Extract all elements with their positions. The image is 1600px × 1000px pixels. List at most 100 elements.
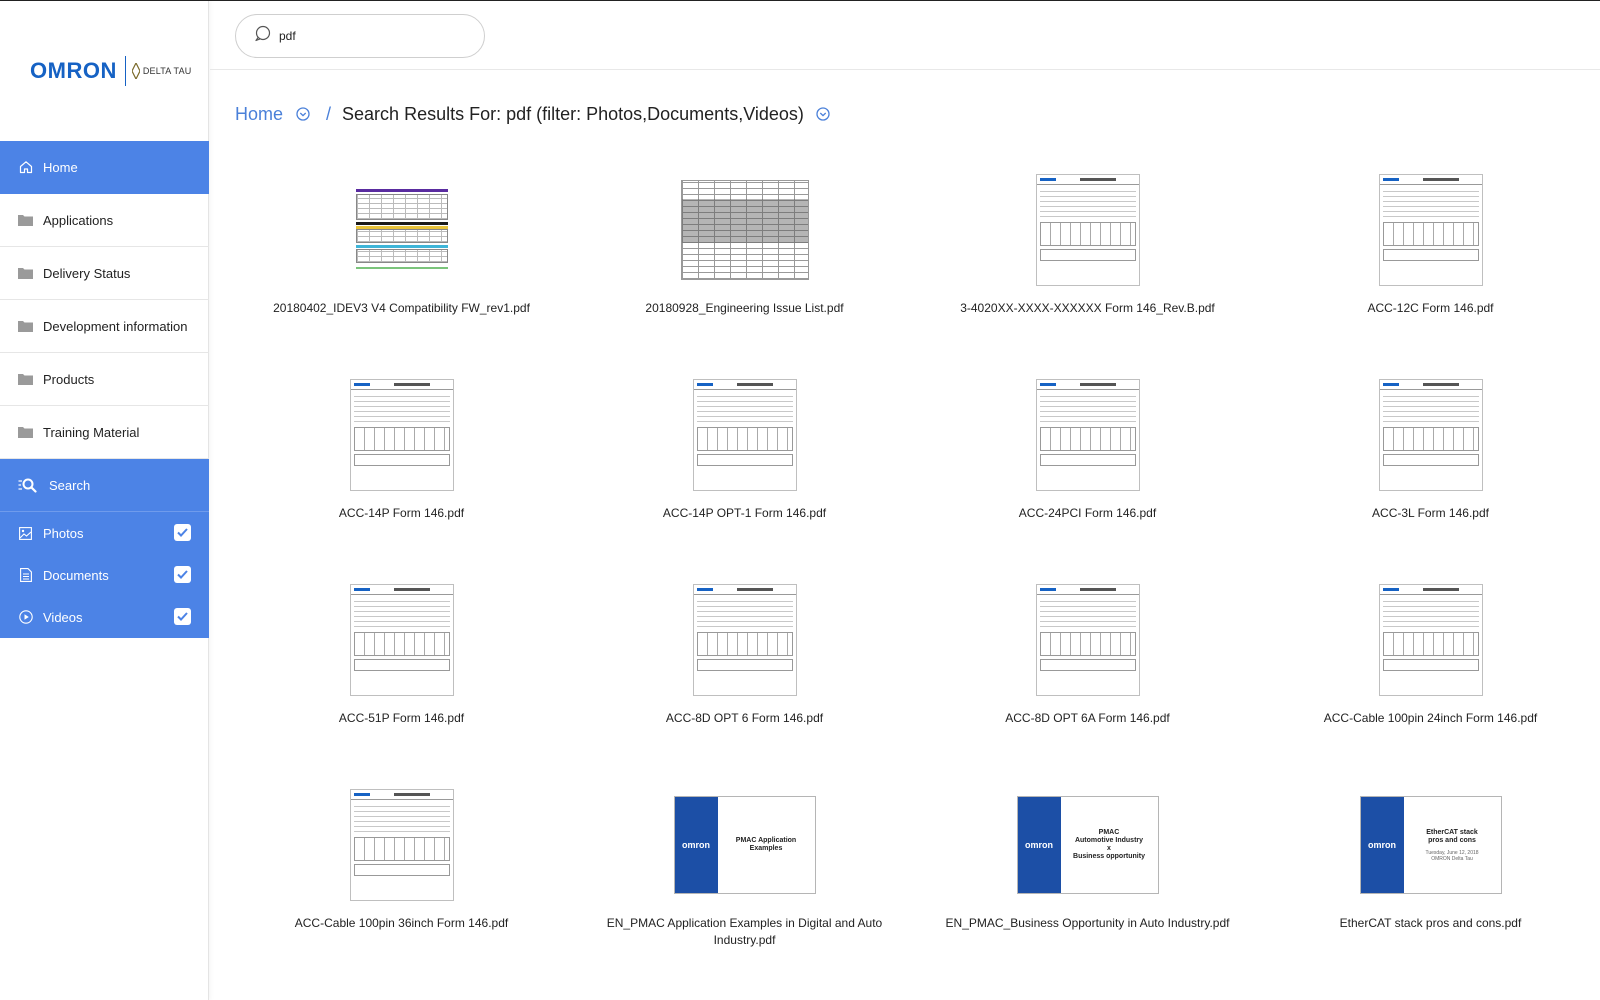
file-thumbnail[interactable] — [573, 570, 916, 710]
breadcrumb-separator: / — [326, 103, 332, 124]
chevron-down-icon[interactable] — [816, 107, 830, 121]
search-bubble-icon — [254, 25, 271, 47]
file-name[interactable]: 20180402_IDEV3 V4 Compatibility FW_rev1.… — [230, 300, 573, 317]
brand-logo[interactable]: OMRON DELTA TAU — [30, 53, 191, 89]
file-tile[interactable]: ACC-8D OPT 6 Form 146.pdf — [573, 570, 916, 727]
file-thumbnail[interactable] — [1259, 365, 1600, 505]
document-thumbnail — [349, 584, 454, 696]
slide-title: PMAC Automotive Industry x Business oppo… — [1073, 829, 1145, 860]
chevron-down-icon[interactable] — [296, 107, 310, 121]
slide-title: PMAC Application Examples — [735, 837, 797, 852]
file-tile[interactable]: 20180402_IDEV3 V4 Compatibility FW_rev1.… — [230, 160, 573, 317]
file-name[interactable]: ACC-8D OPT 6A Form 146.pdf — [916, 710, 1259, 727]
sidebar-item-label: Training Material — [43, 424, 140, 440]
file-thumbnail[interactable] — [230, 570, 573, 710]
file-thumbnail[interactable] — [1259, 570, 1600, 710]
sidebar-item-development-information[interactable]: Development information — [0, 300, 209, 353]
sidebar-nav: Home Applications Delivery Status Develo… — [0, 141, 209, 638]
slide-content: EtherCAT stack pros and cons Tuesday, Jun… — [1404, 797, 1501, 893]
breadcrumb-home[interactable]: Home — [235, 104, 283, 125]
file-name[interactable]: ACC-14P OPT-1 Form 146.pdf — [573, 505, 916, 522]
file-name[interactable]: EN_PMAC Application Examples in Digital … — [573, 915, 916, 949]
file-tile[interactable]: ACC-8D OPT 6A Form 146.pdf — [916, 570, 1259, 727]
search-input[interactable] — [279, 29, 459, 43]
folder-icon — [17, 371, 34, 388]
search-box[interactable] — [235, 14, 485, 58]
file-tile[interactable]: omron PMAC Automotive Industry x Business… — [916, 775, 1259, 932]
file-tile[interactable]: ACC-3L Form 146.pdf — [1259, 365, 1600, 522]
photos-checkbox[interactable] — [174, 524, 191, 541]
file-thumbnail[interactable] — [573, 160, 916, 300]
file-name[interactable]: ACC-Cable 100pin 24inch Form 146.pdf — [1259, 710, 1600, 727]
sidebar-item-label: Delivery Status — [43, 265, 131, 281]
file-thumbnail[interactable]: omron PMAC Application Examples — [573, 775, 916, 915]
sidebar-item-label: Home — [43, 159, 78, 175]
sidebar-item-training-material[interactable]: Training Material — [0, 406, 209, 459]
file-name[interactable]: ACC-12C Form 146.pdf — [1259, 300, 1600, 317]
file-tile[interactable]: ACC-14P Form 146.pdf — [230, 365, 573, 522]
sidebar-item-products[interactable]: Products — [0, 353, 209, 406]
file-name[interactable]: 3-4020XX-XXXX-XXXXXX Form 146_Rev.B.pdf — [916, 300, 1259, 317]
file-name[interactable]: ACC-Cable 100pin 36inch Form 146.pdf — [230, 915, 573, 932]
videos-checkbox[interactable] — [174, 608, 191, 625]
slide-content: PMAC Automotive Industry x Business oppo… — [1061, 797, 1158, 893]
document-thumbnail — [692, 379, 797, 491]
file-tile[interactable]: ACC-Cable 100pin 24inch Form 146.pdf — [1259, 570, 1600, 727]
file-tile[interactable]: ACC-Cable 100pin 36inch Form 146.pdf — [230, 775, 573, 932]
file-thumbnail[interactable] — [230, 365, 573, 505]
documents-checkbox[interactable] — [174, 566, 191, 583]
filter-label: Videos — [43, 609, 83, 625]
filter-videos[interactable]: Videos — [0, 596, 209, 638]
file-tile[interactable]: ACC-24PCI Form 146.pdf — [916, 365, 1259, 522]
file-thumbnail[interactable] — [230, 160, 573, 300]
file-tile[interactable]: 20180928_Engineering Issue List.pdf — [573, 160, 916, 317]
filter-documents[interactable]: Documents — [0, 554, 209, 596]
file-tile[interactable]: omron EtherCAT stack pros and cons Tuesday… — [1259, 775, 1600, 932]
file-thumbnail[interactable] — [916, 365, 1259, 505]
sidebar-item-search[interactable]: Search — [0, 459, 209, 512]
brand-sub: DELTA TAU — [131, 63, 192, 79]
file-tile[interactable]: ACC-14P OPT-1 Form 146.pdf — [573, 365, 916, 522]
breadcrumb: Home / Search Results For: pdf (filter: … — [235, 100, 830, 128]
file-thumbnail[interactable] — [916, 160, 1259, 300]
compatibility-thumbnail — [355, 189, 448, 271]
file-thumbnail[interactable] — [916, 570, 1259, 710]
slide-subtitle: Tuesday, June 12, 2018 OMRON Delta Tau — [1425, 849, 1479, 862]
filter-photos[interactable]: Photos — [0, 512, 209, 554]
slide-thumbnail: omron PMAC Automotive Industry x Business… — [1016, 796, 1159, 894]
file-name[interactable]: EN_PMAC_Business Opportunity in Auto Ind… — [916, 915, 1259, 932]
brand-sub-label: DELTA TAU — [142, 66, 192, 76]
file-name[interactable]: ACC-8D OPT 6 Form 146.pdf — [573, 710, 916, 727]
spreadsheet-thumbnail — [680, 180, 809, 280]
sidebar-item-label: Search — [49, 477, 91, 493]
file-tile[interactable]: 3-4020XX-XXXX-XXXXXX Form 146_Rev.B.pdf — [916, 160, 1259, 317]
file-name[interactable]: 20180928_Engineering Issue List.pdf — [573, 300, 916, 317]
file-thumbnail[interactable] — [230, 775, 573, 915]
file-name[interactable]: ACC-51P Form 146.pdf — [230, 710, 573, 727]
file-thumbnail[interactable]: omron PMAC Automotive Industry x Business… — [916, 775, 1259, 915]
document-thumbnail — [1378, 174, 1483, 286]
file-name[interactable]: ACC-3L Form 146.pdf — [1259, 505, 1600, 522]
sidebar: OMRON DELTA TAU Home Applications Delive… — [0, 1, 209, 1000]
document-thumbnail — [1378, 379, 1483, 491]
file-name[interactable]: ACC-24PCI Form 146.pdf — [916, 505, 1259, 522]
slide-thumbnail: omron EtherCAT stack pros and cons Tuesday… — [1359, 796, 1502, 894]
file-name[interactable]: EtherCAT stack pros and cons.pdf — [1259, 915, 1600, 932]
slide-content: PMAC Application Examples — [718, 797, 815, 893]
check-icon — [177, 612, 188, 621]
file-tile[interactable]: ACC-51P Form 146.pdf — [230, 570, 573, 727]
file-name[interactable]: ACC-14P Form 146.pdf — [230, 505, 573, 522]
document-thumbnail — [1035, 174, 1140, 286]
file-tile[interactable]: ACC-12C Form 146.pdf — [1259, 160, 1600, 317]
file-thumbnail[interactable]: omron EtherCAT stack pros and cons Tuesday… — [1259, 775, 1600, 915]
photo-icon — [17, 525, 34, 542]
document-thumbnail — [349, 379, 454, 491]
file-tile[interactable]: omron PMAC Application Examples EN_PMAC Ap… — [573, 775, 916, 949]
sidebar-item-applications[interactable]: Applications — [0, 194, 209, 247]
sidebar-item-label: Products — [43, 371, 95, 387]
sidebar-item-delivery-status[interactable]: Delivery Status — [0, 247, 209, 300]
file-thumbnail[interactable] — [1259, 160, 1600, 300]
folder-icon — [17, 212, 34, 229]
sidebar-item-home[interactable]: Home — [0, 141, 209, 194]
file-thumbnail[interactable] — [573, 365, 916, 505]
